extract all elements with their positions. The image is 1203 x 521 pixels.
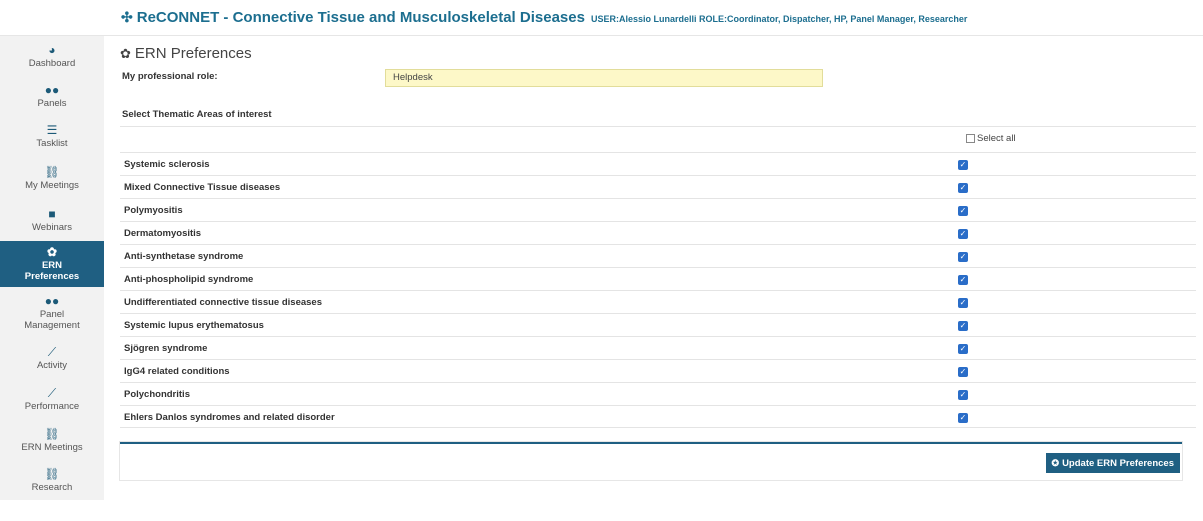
sidebar-item-label: ERN Preferences: [24, 260, 80, 282]
chart-icon: ⟋: [47, 344, 57, 359]
area-checkbox[interactable]: ✓: [958, 390, 968, 400]
update-preferences-label: Update ERN Preferences: [1062, 457, 1174, 469]
checkbox-icon: [966, 134, 975, 143]
thematic-areas-table: Select all Systemic sclerosis ✓ Mixed Co…: [120, 126, 1196, 428]
main-content: ✿ ERN Preferences My professional role: …: [104, 36, 1203, 500]
area-checkbox[interactable]: ✓: [958, 206, 968, 216]
list-icon: ☰: [46, 122, 58, 137]
sidebar-item-label: Performance: [24, 400, 80, 412]
area-checkbox[interactable]: ✓: [958, 413, 968, 423]
network-title: ReCONNET - Connective Tissue and Musculo…: [136, 9, 585, 26]
sidebar-item-dashboard[interactable]: ◕ Dashboard: [0, 38, 104, 74]
meeting-icon: ⛓: [44, 426, 60, 441]
top-bar: ✣ ReCONNET - Connective Tissue and Muscu…: [0, 0, 1203, 36]
meeting-icon: ⛓: [44, 466, 60, 481]
area-checkbox[interactable]: ✓: [958, 229, 968, 239]
meeting-icon: ⛓: [44, 164, 60, 179]
area-name: Sjögren syndrome: [124, 343, 208, 354]
group-icon: ●●: [44, 82, 60, 97]
table-row: Undifferentiated connective tissue disea…: [120, 290, 1196, 313]
area-checkbox[interactable]: ✓: [958, 275, 968, 285]
area-name: Systemic lupus erythematosus: [124, 320, 264, 331]
sidebar-item-ern-meetings[interactable]: ⛓ ERN Meetings: [0, 422, 104, 458]
logo-icon: ✣: [121, 9, 133, 25]
area-name: Ehlers Danlos syndromes and related diso…: [124, 412, 335, 423]
select-all-label: Select all: [977, 133, 1016, 144]
sidebar-item-webinars[interactable]: ■ Webinars: [0, 202, 104, 238]
area-name: Polychondritis: [124, 389, 190, 400]
form-footer: ✪ Update ERN Preferences: [120, 442, 1182, 480]
video-icon: ■: [48, 206, 56, 221]
gear-icon: ✿: [120, 45, 131, 61]
dashboard-icon: ◕: [48, 42, 56, 57]
area-checkbox[interactable]: ✓: [958, 298, 968, 308]
sidebar-item-ern-preferences[interactable]: ✿ ERN Preferences: [0, 241, 104, 287]
area-name: Anti-synthetase syndrome: [124, 251, 244, 262]
table-row: Systemic sclerosis ✓: [120, 152, 1196, 175]
sidebar-item-label: Panels: [37, 97, 67, 109]
area-checkbox[interactable]: ✓: [958, 160, 968, 170]
area-name: Undifferentiated connective tissue disea…: [124, 297, 322, 308]
sidebar-item-research[interactable]: ⛓ Research: [0, 462, 104, 498]
page-title-text: ERN Preferences: [134, 45, 252, 62]
table-row: IgG4 related conditions ✓: [120, 359, 1196, 382]
sidebar: ◕ Dashboard ●● Panels ☰ Tasklist ⛓ My Me…: [0, 36, 104, 500]
area-name: Dermatomyositis: [124, 228, 202, 239]
bottom-strip: [0, 500, 1203, 521]
table-header-row: Select all: [120, 126, 1196, 152]
professional-role-value: Helpdesk: [393, 72, 433, 83]
area-checkbox[interactable]: ✓: [958, 344, 968, 354]
sidebar-item-label: Webinars: [32, 221, 72, 233]
area-name: Systemic sclerosis: [124, 159, 210, 170]
professional-role-field[interactable]: Helpdesk: [385, 69, 823, 87]
area-checkbox[interactable]: ✓: [958, 183, 968, 193]
table-row: Ehlers Danlos syndromes and related diso…: [120, 405, 1196, 428]
sidebar-item-performance[interactable]: ⟋ Performance: [0, 381, 104, 417]
app-title: ✣ ReCONNET - Connective Tissue and Muscu…: [121, 9, 967, 26]
gear-icon: ✿: [46, 245, 58, 259]
sidebar-item-label: ERN Meetings: [21, 441, 83, 453]
area-name: Anti-phospholipid syndrome: [124, 274, 254, 285]
sidebar-item-label: Tasklist: [36, 137, 68, 149]
sidebar-item-panels[interactable]: ●● Panels: [0, 78, 104, 114]
table-row: Polymyositis ✓: [120, 198, 1196, 221]
select-all-checkbox[interactable]: Select all: [966, 133, 1016, 144]
sidebar-item-label: Research: [31, 481, 73, 493]
table-row: Systemic lupus erythematosus ✓: [120, 313, 1196, 336]
sidebar-item-panel-management[interactable]: ●● Panel Management: [0, 291, 104, 335]
sidebar-item-activity[interactable]: ⟋ Activity: [0, 340, 104, 376]
area-checkbox[interactable]: ✓: [958, 321, 968, 331]
table-row: Dermatomyositis ✓: [120, 221, 1196, 244]
sidebar-item-label: Panel Management: [24, 309, 80, 331]
area-name: Mixed Connective Tissue diseases: [124, 182, 281, 193]
table-row: Sjögren syndrome ✓: [120, 336, 1196, 359]
table-row: Polychondritis ✓: [120, 382, 1196, 405]
table-row: Anti-phospholipid syndrome ✓: [120, 267, 1196, 290]
update-preferences-button[interactable]: ✪ Update ERN Preferences: [1045, 453, 1180, 473]
table-row: Mixed Connective Tissue diseases ✓: [120, 175, 1196, 198]
area-checkbox[interactable]: ✓: [958, 367, 968, 377]
sidebar-item-label: My Meetings: [25, 179, 79, 191]
save-icon: ✪: [1051, 457, 1060, 468]
sidebar-item-tasklist[interactable]: ☰ Tasklist: [0, 118, 104, 154]
area-name: Polymyositis: [124, 205, 183, 216]
thematic-areas-heading: Select Thematic Areas of interest: [122, 109, 272, 120]
table-row: Anti-synthetase syndrome ✓: [120, 244, 1196, 267]
area-checkbox[interactable]: ✓: [958, 252, 968, 262]
sidebar-item-label: Dashboard: [28, 57, 76, 69]
user-info: USER:Alessio Lunardelli ROLE:Coordinator…: [590, 14, 968, 24]
page-title: ✿ ERN Preferences: [120, 45, 252, 62]
sidebar-item-my-meetings[interactable]: ⛓ My Meetings: [0, 160, 104, 196]
professional-role-label: My professional role:: [122, 71, 218, 82]
group-icon: ●●: [44, 294, 60, 308]
area-name: IgG4 related conditions: [124, 366, 230, 377]
sidebar-item-label: Activity: [36, 359, 68, 371]
chart-icon: ⟋: [47, 385, 57, 400]
